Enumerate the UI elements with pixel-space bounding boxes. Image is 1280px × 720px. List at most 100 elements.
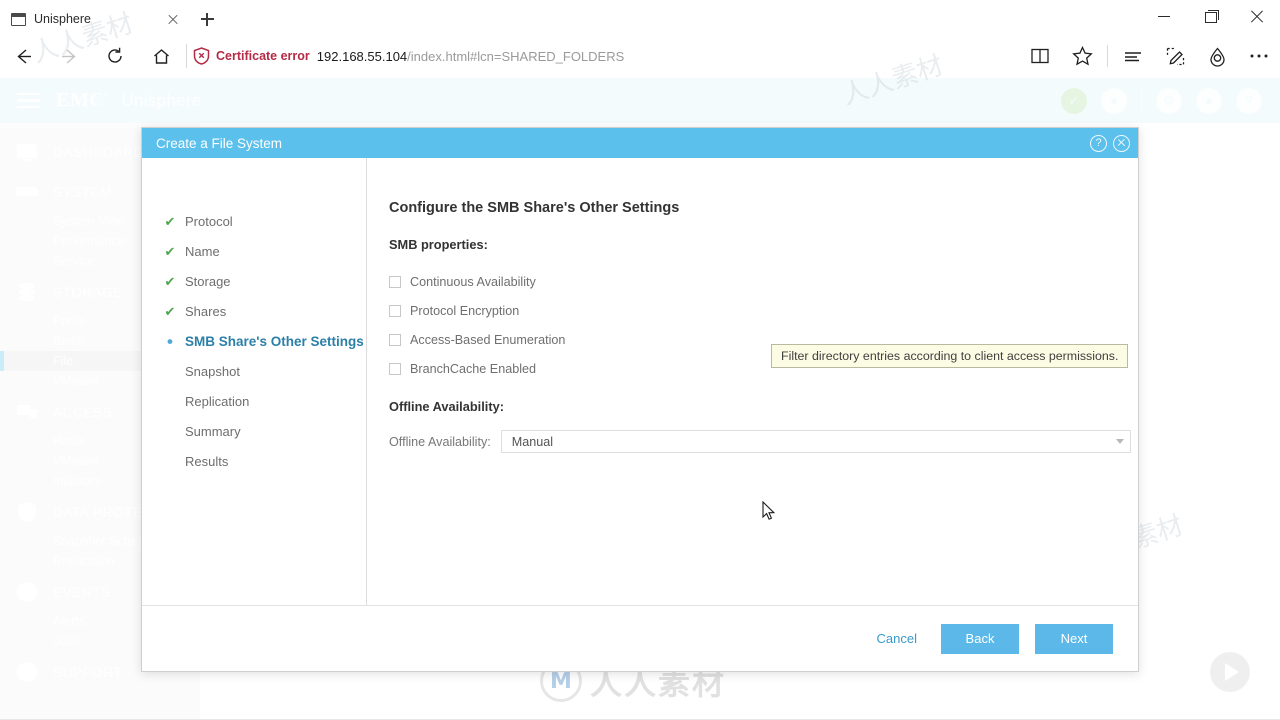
new-tab-button[interactable] [190,4,224,34]
page-title: Configure the SMB Share's Other Settings [389,200,680,216]
support-icon [14,659,40,685]
alerts-bell-icon[interactable]: ● [1101,87,1127,114]
offline-availability-label: Offline Availability: [389,434,491,449]
wizard-step-label: Protocol [185,213,233,229]
app-header: EMC² Unisphere ✓ ● ⚙ ● ? [0,78,1280,123]
close-icon[interactable] [164,10,182,28]
wizard-step-protocol[interactable]: ✔ Protocol [142,206,366,236]
checkbox-box[interactable] [389,333,401,346]
wizard-step-replication[interactable]: Replication [142,386,366,416]
browser-titlebar: Unisphere [0,0,1280,34]
wizard-step-summary[interactable]: Summary [142,416,366,446]
browser-window: Unisphere Certificate error 192.168.55.1… [0,0,1280,720]
tab-strip: Unisphere [0,0,224,34]
offline-availability-section-label: Offline Availability: [389,399,504,414]
wizard-step-label: Shares [185,303,227,319]
wizard-step-label: Snapshot [185,363,240,379]
cancel-button[interactable]: Cancel [869,625,925,652]
checkbox-label: Protocol Encryption [410,303,520,318]
certificate-error-label: Certificate error [216,49,310,63]
address-url[interactable]: 192.168.55.104/index.html#lcn=SHARED_FOL… [317,49,624,64]
tooltip: Filter directory entries according to cl… [771,344,1129,368]
address-bar[interactable]: Certificate error 192.168.55.104/index.h… [193,34,1019,78]
wizard-step-results[interactable]: Results [142,446,366,476]
dialog-titlebar: Create a File System ? [142,128,1138,158]
play-button-overlay[interactable] [1210,652,1250,692]
brand-name: EMC [56,89,105,111]
shield-warning-icon [193,47,210,65]
wizard-steps: ✔ Protocol ✔ Name ✔ Storage ✔ Shares • S… [142,158,367,605]
certificate-error-badge[interactable]: Certificate error [193,47,310,65]
wizard-step-snapshot[interactable]: Snapshot [142,356,366,386]
access-icon [14,399,40,425]
minimize-button[interactable] [1142,0,1188,32]
checkbox-label: Continuous Availability [410,274,536,289]
hub-lines-icon[interactable] [1112,34,1154,78]
wizard-step-label: SMB Share's Other Settings [185,333,364,349]
checkbox-protocol-encryption[interactable]: Protocol Encryption [389,296,1138,325]
back-arrow-icon[interactable] [0,34,46,78]
sidebar-label: ACCESS [53,404,113,420]
dashboard-icon [14,139,40,165]
tab-title: Unisphere [34,12,91,26]
dialog-footer: Cancel Back Next [142,605,1138,671]
divider [1141,89,1142,112]
header-icon-group: ✓ ● ⚙ ● ? [1061,87,1280,114]
check-icon: ✔ [164,273,176,289]
mouse-cursor [762,500,776,526]
refresh-icon[interactable] [92,34,138,78]
divider [186,44,187,68]
wizard-step-shares[interactable]: ✔ Shares [142,296,366,326]
settings-gear-icon[interactable]: ⚙ [1156,87,1182,114]
wizard-step-smb-other-settings[interactable]: • SMB Share's Other Settings [142,326,366,356]
sidebar-label: STORAGE [53,284,123,300]
browser-navbar: Certificate error 192.168.55.104/index.h… [0,34,1280,78]
help-circle-icon[interactable]: ? [1090,134,1107,152]
offline-availability-field: Offline Availability: Manual [389,430,1138,453]
user-account-icon[interactable]: ● [1196,87,1222,114]
share-icon[interactable] [1196,34,1238,78]
settings-panel: Configure the SMB Share's Other Settings… [367,158,1138,605]
offline-availability-select[interactable]: Manual [500,430,1131,453]
url-path: /index.html#lcn=SHARED_FOLDERS [407,48,625,64]
next-button[interactable]: Next [1035,623,1113,654]
wizard-step-label: Storage [185,273,231,289]
dialog-title: Create a File System [156,135,283,151]
home-icon[interactable] [138,34,184,78]
maximize-button[interactable] [1188,0,1234,32]
wizard-step-label: Name [185,243,220,259]
checkbox-box[interactable] [389,275,401,288]
ellipsis-icon[interactable] [1238,34,1280,78]
product-name: Unisphere [121,90,202,110]
close-circle-icon[interactable] [1113,134,1130,152]
wizard-step-storage[interactable]: ✔ Storage [142,266,366,296]
window-controls [1142,0,1280,32]
checkbox-label: BranchCache Enabled [410,361,537,376]
check-icon: ✔ [164,303,176,319]
events-icon [14,579,40,605]
browser-toolbar [1019,34,1280,78]
wizard-step-label: Summary [185,423,241,439]
checkbox-box[interactable] [389,362,401,375]
forward-arrow-icon[interactable] [46,34,92,78]
checkbox-box[interactable] [389,304,401,317]
star-icon[interactable] [1061,34,1103,78]
checkbox-label: Access-Based Enumeration [410,332,566,347]
page-icon [11,12,26,26]
check-icon: ✔ [164,213,176,229]
help-icon[interactable]: ? [1236,87,1262,114]
web-note-icon[interactable] [1154,34,1196,78]
offline-availability-value: Manual [511,434,554,449]
wizard-step-name[interactable]: ✔ Name [142,236,366,266]
status-ok-icon[interactable]: ✓ [1061,87,1087,114]
book-icon[interactable] [1019,34,1061,78]
hamburger-icon[interactable] [0,78,56,123]
browser-tab[interactable]: Unisphere [0,4,190,34]
checkbox-continuous-availability[interactable]: Continuous Availability [389,267,1138,296]
window-close-button[interactable] [1234,0,1280,32]
divider [1107,45,1108,67]
back-button[interactable]: Back [941,623,1019,654]
dialog-body: ✔ Protocol ✔ Name ✔ Storage ✔ Shares • S… [142,158,1138,605]
system-icon [14,179,40,205]
storage-icon [14,279,40,305]
